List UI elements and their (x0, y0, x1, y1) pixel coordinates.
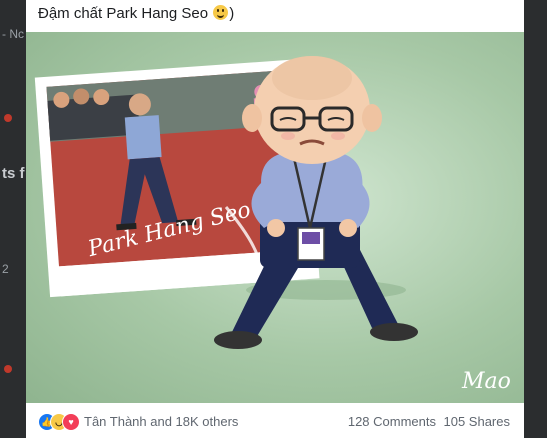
post-footer: 👍 ◡ ♥ Tân Thành and 18K others 128 Comme… (26, 405, 524, 438)
post-card: Đậm chất Park Hang Seo ) Park Hang Seo M… (26, 0, 524, 438)
background-text: - Nc (2, 27, 24, 41)
reaction-names-link[interactable]: Tân Thành and 18K others (84, 414, 238, 429)
cartoon-illustration: Park Hang Seo Mao (34, 56, 511, 394)
background-heading: ts f (2, 165, 25, 182)
background-text: 2 (2, 262, 9, 276)
background-notification-dot (4, 365, 12, 373)
background-page-right (524, 0, 547, 438)
post-text-body: Đậm chất Park Hang Seo (38, 5, 209, 22)
love-icon: ♥ (62, 413, 80, 431)
shares-count-link[interactable]: 105 Shares (444, 414, 511, 429)
background-page-left: - Nc ts f 2 (0, 0, 26, 438)
background-notification-dot (4, 114, 12, 122)
artist-signature: Mao (461, 369, 511, 394)
post-text: Đậm chất Park Hang Seo ) (38, 5, 234, 22)
post-text-close: ) (229, 5, 235, 22)
comments-count-link[interactable]: 128 Comments (348, 414, 436, 429)
smiling-face-icon (213, 5, 229, 20)
post-image[interactable]: Park Hang Seo Mao (26, 32, 524, 403)
